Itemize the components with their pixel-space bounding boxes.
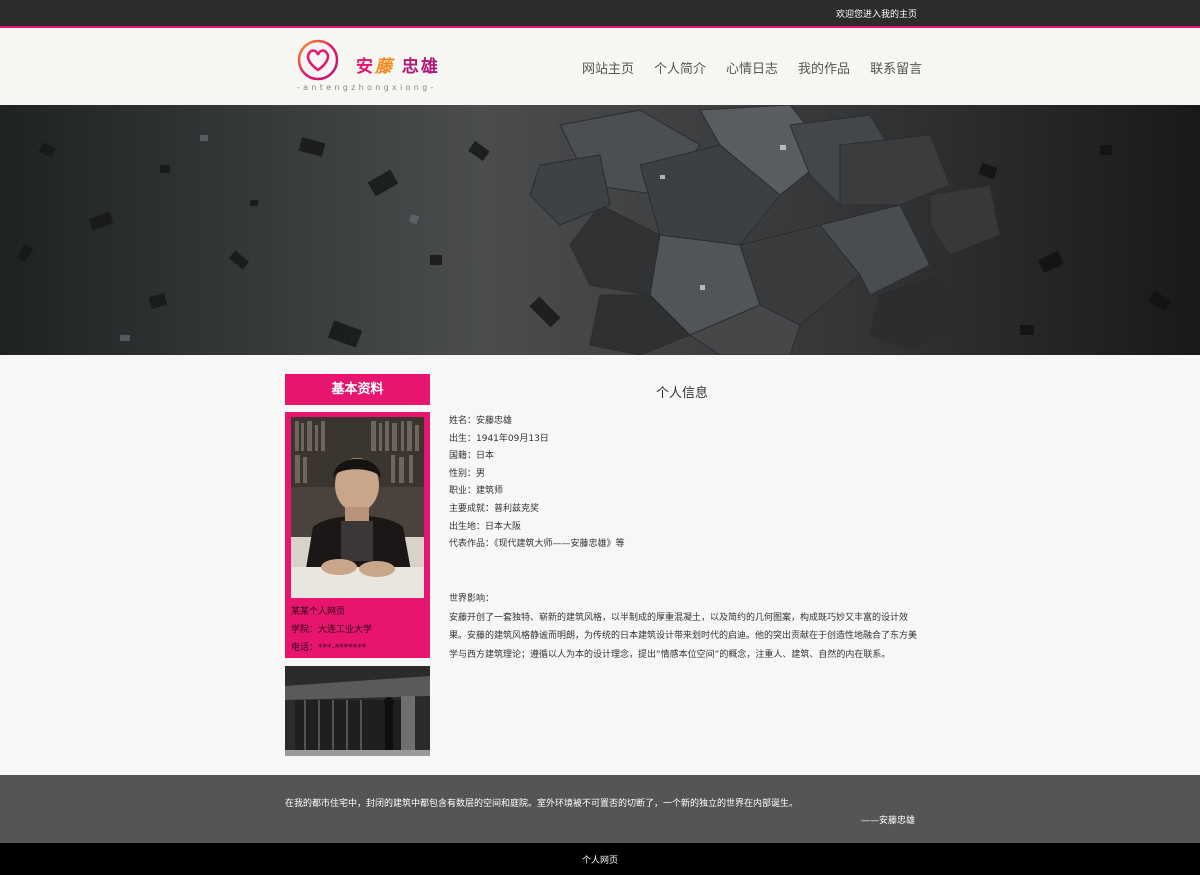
brand-name[interactable]: 安藤 忠雄 bbox=[356, 52, 440, 77]
quote-band: 在我的都市住宅中，封闭的建筑中都包含有数层的空间和庭院。室外环境被不可置否的切断… bbox=[0, 775, 1200, 843]
portrait-photo bbox=[291, 417, 424, 598]
detail-birthplace: 出生地：日本大阪 bbox=[449, 521, 522, 532]
nav-item-profile[interactable]: 个人简介 bbox=[654, 58, 706, 77]
brand-name-part1: 安 bbox=[356, 57, 375, 77]
influence-line-1: 安藤开创了一套独特、崭新的建筑风格，以半制成的厚重混凝土，以及简约的几何图案，构… bbox=[449, 612, 909, 623]
nav-item-home[interactable]: 网站主页 bbox=[582, 58, 634, 77]
brand-pinyin: -antengzhongxiong- bbox=[297, 83, 437, 92]
detail-works: 代表作品：《现代建筑大师——安藤忠雄》等 bbox=[449, 539, 625, 550]
welcome-text: 欢迎您进入我的主页 bbox=[836, 10, 918, 20]
brand-name-part3: 忠雄 bbox=[401, 57, 440, 77]
detail-occupation: 职业：建筑师 bbox=[449, 486, 504, 497]
nav-item-works[interactable]: 我的作品 bbox=[798, 58, 850, 77]
banner-shards-graphic bbox=[16, 105, 1172, 355]
sidebar-title: 基本资料 bbox=[285, 374, 430, 405]
nav-item-contact[interactable]: 联系留言 bbox=[870, 58, 922, 77]
architecture-photo bbox=[285, 666, 430, 756]
footer-text: 个人网页 bbox=[581, 856, 618, 866]
detail-gender: 性别：男 bbox=[449, 468, 486, 479]
footer: 个人网页 bbox=[0, 843, 1200, 875]
profile-college: 学院：大连工业大学 bbox=[291, 625, 373, 635]
quote-author: ——安藤忠雄 bbox=[861, 816, 916, 826]
quote-text: 在我的都市住宅中，封闭的建筑中都包含有数层的空间和庭院。室外环境被不可置否的切断… bbox=[285, 799, 799, 809]
section-title: 个人信息 bbox=[656, 386, 709, 401]
profile-card: 某某个人网页 学院：大连工业大学 电话：***-******* bbox=[285, 412, 430, 658]
hero-banner bbox=[0, 105, 1200, 355]
architecture-illustration bbox=[285, 666, 430, 756]
influence-section: 世界影响： 安藤开创了一套独特、崭新的建筑风格，以半制成的厚重混凝土，以及简约的… bbox=[449, 590, 919, 664]
brand-name-part2: 藤 bbox=[375, 57, 394, 77]
influence-heading: 世界影响： bbox=[449, 594, 495, 604]
detail-name: 姓名：安藤忠雄 bbox=[449, 416, 513, 426]
profile-site-name: 某某个人网页 bbox=[291, 607, 346, 617]
main-nav: 网站主页 个人简介 心情日志 我的作品 联系留言 bbox=[582, 58, 942, 77]
top-bar: 欢迎您进入我的主页 bbox=[0, 0, 1200, 28]
influence-line-2: 果。安藤的建筑风格静谧而明朗，为传统的日本建筑设计带来划时代的启迪。他的突出贡献… bbox=[449, 631, 918, 641]
header: 安藤 忠雄 -antengzhongxiong- 网站主页 个人简介 心情日志 … bbox=[0, 28, 1200, 105]
influence-line-3: 学与西方建筑理论；遵循以人为本的设计理念，提出“情感本位空间”的概念，注重人、建… bbox=[449, 649, 891, 660]
nav-item-diary[interactable]: 心情日志 bbox=[726, 58, 778, 77]
detail-birth: 出生：1941年09月13日 bbox=[449, 433, 549, 444]
personal-details: 姓名：安藤忠雄 出生：1941年09月13日 国籍：日本 性别：男 职业：建筑师… bbox=[449, 413, 625, 554]
profile-info: 某某个人网页 学院：大连工业大学 电话：***-******* bbox=[291, 603, 372, 657]
detail-achievement: 主要成就：普利兹克奖 bbox=[449, 503, 540, 514]
detail-nationality: 国籍：日本 bbox=[449, 451, 495, 462]
logo-heart-icon[interactable] bbox=[296, 38, 340, 82]
profile-phone: 电话：***-******* bbox=[291, 643, 367, 653]
portrait-illustration bbox=[291, 417, 424, 598]
